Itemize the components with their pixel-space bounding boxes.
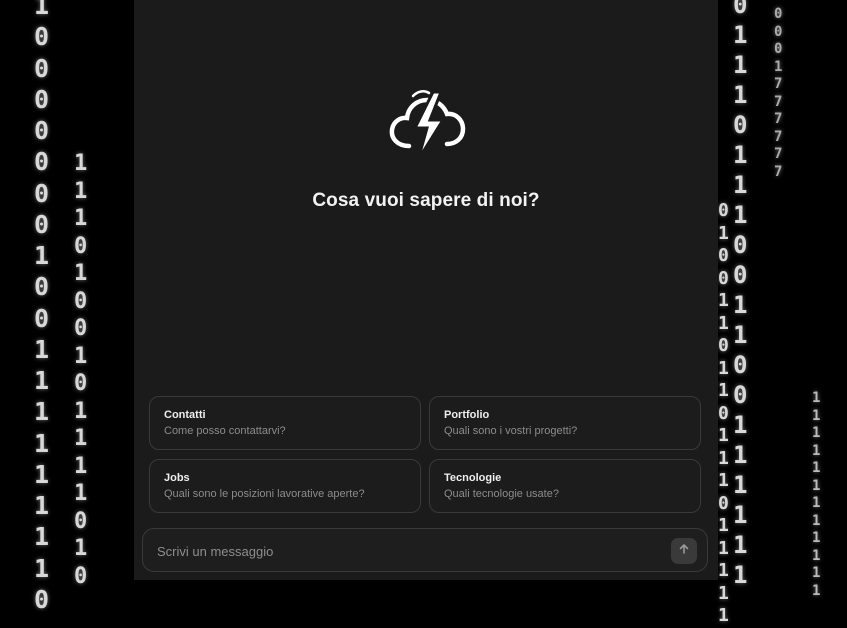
binary-background-column: 1110100101111010 — [74, 151, 88, 589]
chat-panel: Cosa vuoi sapere di noi? Contatti Come p… — [134, 0, 718, 580]
page-title: Cosa vuoi sapere di noi? — [312, 190, 540, 211]
arrow-up-icon — [678, 542, 690, 560]
suggestion-subtitle: Quali sono i vostri progetti? — [444, 425, 578, 437]
suggestion-subtitle: Come posso contattarvi? — [164, 425, 286, 437]
suggestion-card-jobs[interactable]: Jobs Quali sono le posizioni lavorative … — [149, 459, 421, 513]
suggestion-title: Contatti — [164, 409, 206, 421]
suggestion-title: Jobs — [164, 472, 190, 484]
message-composer — [142, 528, 708, 573]
binary-background-column: 0001777777 — [774, 6, 783, 180]
suggestion-card-portfolio[interactable]: Portfolio Quali sono i vostri progetti? — [429, 396, 701, 450]
binary-background-column: 10000000100111111110 — [34, 0, 50, 614]
binary-background-column: 111111111111 — [812, 390, 821, 599]
send-button[interactable] — [671, 538, 697, 564]
message-input[interactable] — [155, 529, 659, 573]
suggestion-card-contatti[interactable]: Contatti Come posso contattarvi? — [149, 396, 421, 450]
suggestion-title: Portfolio — [444, 409, 490, 421]
suggestion-subtitle: Quali sono le posizioni lavorative apert… — [164, 488, 365, 500]
suggestion-subtitle: Quali tecnologie usate? — [444, 488, 559, 500]
suggestion-card-tecnologie[interactable]: Tecnologie Quali tecnologie usate? — [429, 459, 701, 513]
cloud-lightning-icon — [385, 86, 469, 170]
suggestion-title: Tecnologie — [444, 472, 502, 484]
binary-background-column: 0100110110111011111 — [718, 200, 729, 626]
binary-background-column: 01110111001100111111 — [733, 0, 748, 589]
